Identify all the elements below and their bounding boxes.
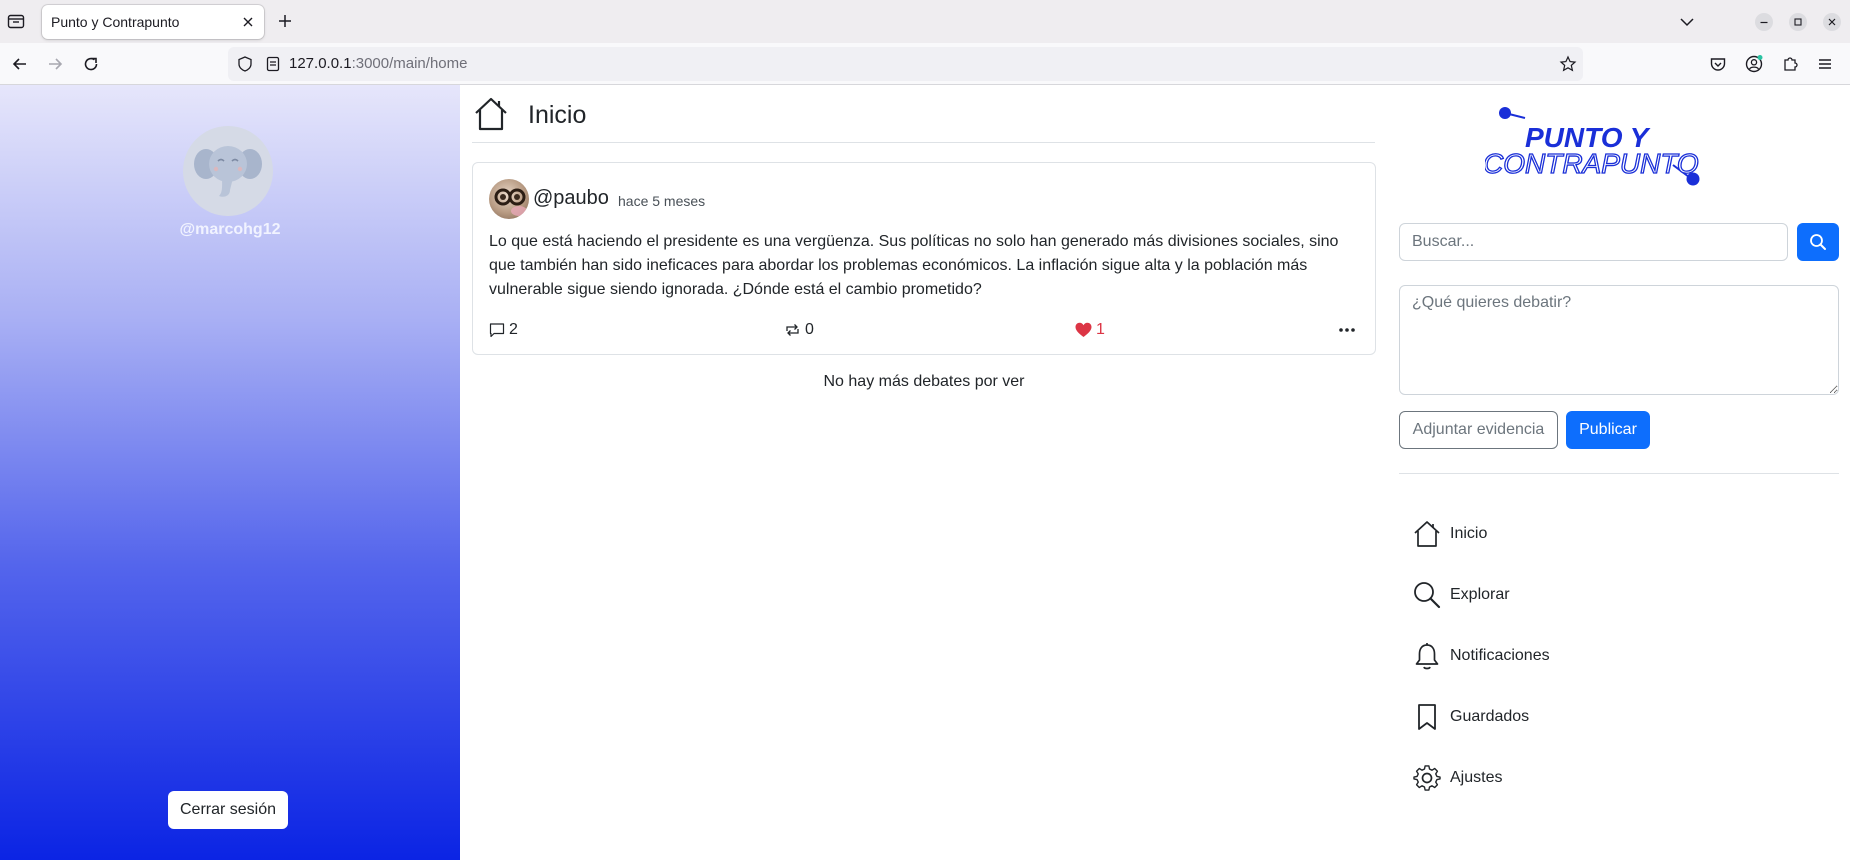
shield-icon[interactable] xyxy=(236,55,254,73)
account-icon[interactable] xyxy=(1744,54,1764,74)
forward-arrow-icon[interactable] xyxy=(45,54,65,74)
more-options-icon[interactable] xyxy=(1335,319,1359,341)
page-info-icon[interactable] xyxy=(264,55,282,73)
nav-label: Inicio xyxy=(1450,524,1488,542)
new-tab-icon[interactable] xyxy=(275,11,295,31)
like-button[interactable]: 1 xyxy=(1075,319,1105,341)
punto-y-contrapunto-logo[interactable]: PUNTO Y CONTRAPUNTO xyxy=(1485,107,1725,197)
debate-textarea[interactable] xyxy=(1399,285,1839,395)
nav-label: Guardados xyxy=(1450,707,1530,725)
url-bar[interactable]: 127.0.0.1:3000/main/home xyxy=(228,47,1583,81)
logout-button[interactable]: Cerrar sesión xyxy=(168,791,288,829)
debate-card[interactable]: @paubo hace 5 meses Lo que está haciendo… xyxy=(472,162,1376,355)
search-icon xyxy=(1810,234,1826,250)
restore-icon[interactable] xyxy=(1788,12,1808,32)
post-avatar[interactable] xyxy=(489,179,529,219)
feed-header: Inicio xyxy=(472,95,1375,143)
reload-icon[interactable] xyxy=(81,54,101,74)
nav-label: Notificaciones xyxy=(1450,646,1550,664)
nav-item-inicio[interactable]: Inicio xyxy=(1412,503,1832,564)
right-sidebar: PUNTO Y CONTRAPUNTO Adjuntar evidencia P… xyxy=(1390,85,1850,860)
house-icon xyxy=(475,97,507,131)
main-navigation: Inicio Explorar Notificaciones Guardados… xyxy=(1412,503,1832,808)
comment-count: 2 xyxy=(509,321,518,338)
pocket-icon[interactable] xyxy=(1708,54,1728,74)
post-timestamp: hace 5 meses xyxy=(618,193,706,209)
page-title: Inicio xyxy=(528,101,587,129)
chevron-down-icon[interactable] xyxy=(1677,12,1697,32)
avatar[interactable] xyxy=(183,126,273,216)
nav-item-explorar[interactable]: Explorar xyxy=(1412,564,1832,625)
bell-icon xyxy=(1415,642,1439,669)
extensions-icon[interactable] xyxy=(1780,54,1800,74)
browser-tab-bar: Punto y Contrapunto xyxy=(0,0,1850,43)
like-count: 1 xyxy=(1096,321,1105,338)
publish-button[interactable]: Publicar xyxy=(1566,411,1650,449)
search-input[interactable] xyxy=(1399,223,1788,261)
end-of-feed-message: No hay más debates por ver xyxy=(823,373,1025,390)
close-icon[interactable] xyxy=(239,13,257,31)
attach-evidence-button[interactable]: Adjuntar evidencia xyxy=(1399,411,1558,449)
app: @marcohg12 Cerrar sesión Inicio @paubo h… xyxy=(0,85,1850,860)
minimize-icon[interactable] xyxy=(1754,12,1774,32)
elephant-icon xyxy=(194,146,262,197)
url-text: 127.0.0.1:3000/main/home xyxy=(289,55,468,72)
post-username[interactable]: @paubo xyxy=(533,187,609,210)
nav-label: Explorar xyxy=(1450,585,1510,603)
bookmark-star-icon[interactable] xyxy=(1559,55,1577,73)
divider xyxy=(1399,473,1839,474)
repost-count: 0 xyxy=(805,321,814,338)
gear-icon xyxy=(1413,764,1441,791)
nav-label: Ajustes xyxy=(1450,768,1503,786)
nav-item-notificaciones[interactable]: Notificaciones xyxy=(1412,625,1832,686)
post-actions: 2 0 1 xyxy=(489,319,1359,341)
heart-icon xyxy=(1075,322,1092,337)
comment-icon xyxy=(489,323,505,338)
search-icon xyxy=(1414,581,1441,608)
comment-button[interactable]: 2 xyxy=(489,319,518,341)
logo-line2: CONTRAPUNTO xyxy=(1485,148,1699,179)
tab-list-icon[interactable] xyxy=(6,11,26,31)
browser-tab[interactable]: Punto y Contrapunto xyxy=(42,5,264,39)
tab-title: Punto y Contrapunto xyxy=(51,14,180,30)
nav-item-ajustes[interactable]: Ajustes xyxy=(1412,747,1832,808)
menu-icon[interactable] xyxy=(1815,54,1835,74)
profile-username[interactable]: @marcohg12 xyxy=(0,221,460,239)
search-button[interactable] xyxy=(1797,223,1839,261)
house-icon xyxy=(1414,520,1440,547)
bookmark-icon xyxy=(1418,703,1436,730)
window-close-icon[interactable] xyxy=(1822,12,1842,32)
nav-item-guardados[interactable]: Guardados xyxy=(1412,686,1832,747)
main-feed: Inicio @paubo hace 5 meses Lo que está h… xyxy=(460,85,1390,860)
left-sidebar: @marcohg12 Cerrar sesión xyxy=(0,85,460,860)
browser-nav-bar: 127.0.0.1:3000/main/home xyxy=(0,43,1850,85)
repost-icon xyxy=(786,324,799,336)
repost-button[interactable]: 0 xyxy=(784,319,814,341)
back-arrow-icon[interactable] xyxy=(10,54,30,74)
post-body: Lo que está haciendo el presidente es un… xyxy=(489,233,1339,298)
avatar-photo xyxy=(494,188,527,216)
